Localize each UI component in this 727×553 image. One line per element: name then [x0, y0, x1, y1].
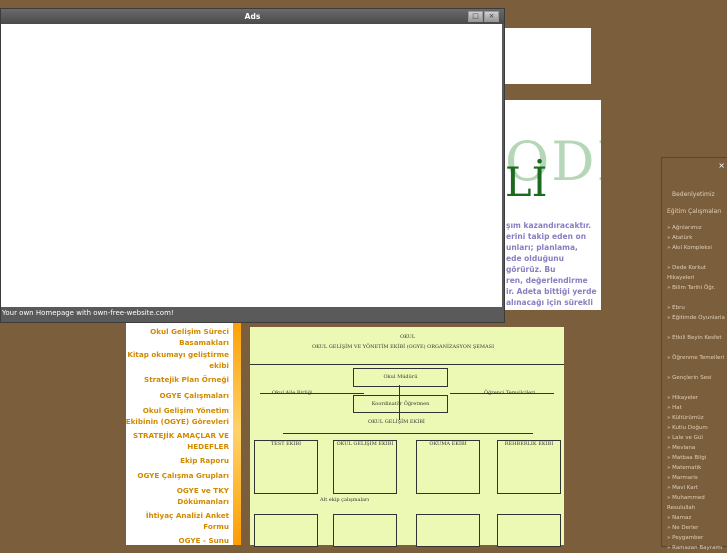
- sidebar-link[interactable]: » Gençlerin Sesi: [667, 373, 725, 383]
- sidebar-title: Bedenlyetimiz: [672, 191, 715, 198]
- team-label: OKUL GELİŞİM EKİBİ: [336, 441, 394, 447]
- subteam-box: [254, 514, 318, 547]
- team-box: REHBERLİK EKİBİ: [497, 440, 561, 494]
- paragraph-line: ren, değerlendirme: [506, 276, 588, 285]
- menu-item[interactable]: OGYE - Sunu: [124, 535, 229, 546]
- maximize-button[interactable]: □: [468, 11, 483, 22]
- menu-item[interactable]: OGYE Çalışma Grupları: [124, 470, 229, 481]
- menu-item[interactable]: OGYE Çalışmaları: [124, 390, 229, 401]
- menu-item[interactable]: STRATEJİK AMAÇLAR VE HEDEFLER: [124, 430, 229, 452]
- team-label: TEST EKİBİ: [270, 441, 302, 447]
- close-icon[interactable]: ×: [718, 161, 725, 170]
- sidebar-link[interactable]: » Etkili Beyin Kesfet: [667, 333, 725, 343]
- menu-item[interactable]: Okul Gelişim Süreci Basamakları: [124, 326, 229, 348]
- menu-accent-bar: [233, 316, 241, 545]
- bottom-note: Alt ekip çalışmaları: [320, 497, 370, 503]
- sidebar-link[interactable]: » Eğitimde Oyunlarla: [667, 313, 725, 323]
- paragraph-line: şım kazandıracaktır.: [506, 221, 592, 230]
- close-button[interactable]: ×: [484, 11, 499, 22]
- sidebar-link[interactable]: » Kutlu Doğum: [667, 423, 725, 433]
- left-menu: Okul Gelişim Süreci Basamakları Kitap ok…: [126, 316, 241, 545]
- sidebar-link[interactable]: » Atatürk: [667, 233, 725, 243]
- menu-item[interactable]: Okul Gelişim Yönetim Ekibinin (OGYE) Gör…: [124, 405, 229, 427]
- sidebar-link[interactable]: » Hikayeler: [667, 393, 725, 403]
- sidebar-link[interactable]: » Matematik: [667, 463, 725, 473]
- team-box: OKUMA EKİBİ: [416, 440, 480, 494]
- paragraph-line: ir. Adeta bittiği yerde: [506, 287, 597, 296]
- right-sidebar: × Bedenlyetimiz Eğitim Çalışmaları » Ağr…: [661, 157, 727, 551]
- sidebar-link[interactable]: » Ne Derler: [667, 523, 725, 533]
- sidebar-link[interactable]: » Kültürümüz: [667, 413, 725, 423]
- sidebar-link[interactable]: » Lale ve Gül: [667, 433, 725, 443]
- menu-item[interactable]: Ekip Raporu: [124, 455, 229, 466]
- content-paragraph: şım kazandıracaktır. erini takip eden on…: [506, 220, 600, 308]
- site-logo-strong: Lİ: [505, 160, 548, 206]
- sidebar-link[interactable]: » Muhammed Resulullah: [667, 493, 725, 513]
- subteam-box: [416, 514, 480, 547]
- sidebar-link[interactable]: » Hat: [667, 403, 725, 413]
- org-chart-image: OKUL OKUL GELİŞİM VE YÖNETİM EKİBİ (OGYE…: [250, 327, 564, 547]
- sidebar-link[interactable]: » Peygamber: [667, 533, 725, 543]
- sidebar-link[interactable]: » Marmaris: [667, 473, 725, 483]
- subteam-box: [497, 514, 561, 547]
- ads-window: Ads □ × Your own Homepage with own-free-…: [0, 8, 505, 323]
- menu-item[interactable]: Stratejik Plan Örneği: [124, 374, 229, 385]
- sidebar-link[interactable]: » Dede Korkut Hikayeleri: [667, 263, 725, 283]
- top-white-box: [505, 28, 591, 84]
- menu-item[interactable]: İhtiyaç Analizi Anket Formu: [124, 510, 229, 532]
- menu-item[interactable]: Kitap okumayı geliştirme ekibi: [124, 349, 229, 371]
- sidebar-link[interactable]: » Ebru: [667, 303, 725, 313]
- team-box: TEST EKİBİ: [254, 440, 318, 494]
- team-label: REHBERLİK EKİBİ: [504, 441, 554, 447]
- ads-title: Ads: [1, 9, 504, 24]
- principal-box: Okul Müdürü: [353, 368, 448, 387]
- subteam-box: [333, 514, 397, 547]
- sidebar-subtitle: Eğitim Çalışmaları: [667, 208, 722, 215]
- ads-footer-link[interactable]: Your own Homepage with own-free-website.…: [2, 309, 174, 317]
- team-label: OKUMA EKİBİ: [429, 441, 467, 447]
- sidebar-link[interactable]: » Matbaa Bilgi: [667, 453, 725, 463]
- team-header: OKUL GELİŞİM EKİBİ: [368, 419, 425, 425]
- diagram-title: OKUL: [400, 334, 416, 340]
- paragraph-line: ede olduğunu görürüz. Bu: [506, 254, 564, 274]
- connector: [450, 393, 554, 394]
- team-box: OKUL GELİŞİM EKİBİ: [333, 440, 397, 494]
- sidebar-link[interactable]: » Öğrenme Temelleri: [667, 353, 725, 363]
- sidebar-link[interactable]: » Ağrılarımız: [667, 223, 725, 233]
- connector: [399, 385, 400, 420]
- sidebar-link[interactable]: » Mevlana: [667, 443, 725, 453]
- paragraph-line: erini takip eden on: [506, 232, 587, 241]
- divider-line: [250, 364, 564, 365]
- sidebar-link[interactable]: » Akıl Kompleksi: [667, 243, 725, 253]
- sidebar-link[interactable]: » Bilim Tarihi Öğr.: [667, 283, 725, 293]
- ads-content-area[interactable]: [1, 24, 502, 307]
- paragraph-line: unları; planlama,: [506, 243, 578, 252]
- coordinator-box: Koordinatör Öğretmen: [353, 395, 448, 413]
- menu-item[interactable]: OGYE ve TKY Dökümanları: [124, 485, 229, 507]
- connector: [283, 433, 533, 434]
- sidebar-link[interactable]: » Namaz: [667, 513, 725, 523]
- sidebar-link[interactable]: » Mavi Kart: [667, 483, 725, 493]
- diagram-subtitle: OKUL GELİŞİM VE YÖNETİM EKİBİ (OGYE) ORG…: [312, 344, 495, 350]
- connector: [260, 393, 364, 394]
- paragraph-line: alınacağı için sürekli: [506, 298, 593, 307]
